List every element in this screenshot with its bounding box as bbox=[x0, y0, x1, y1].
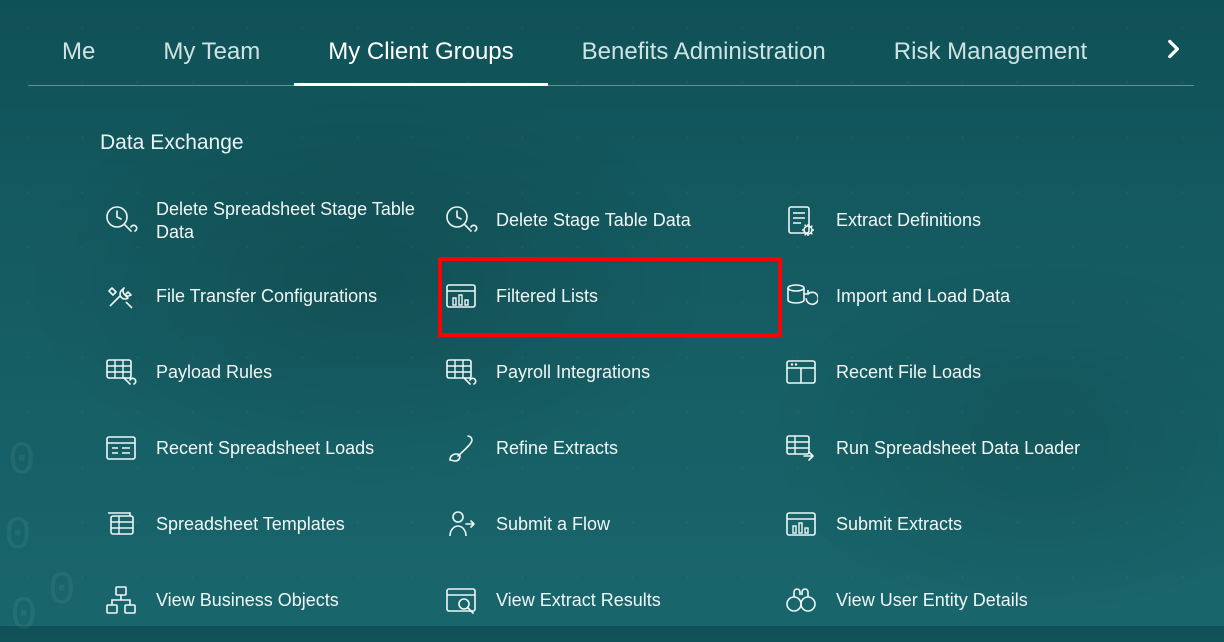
tile-label: Filtered Lists bbox=[496, 285, 598, 308]
tile-payroll-integrations[interactable]: Payroll Integrations bbox=[440, 335, 780, 411]
tab-me[interactable]: Me bbox=[28, 22, 129, 90]
window-grid-icon bbox=[104, 432, 138, 466]
tile-label: Recent Spreadsheet Loads bbox=[156, 437, 374, 460]
tile-label: View Extract Results bbox=[496, 589, 661, 612]
grid-wrench-icon bbox=[104, 356, 138, 390]
tile-payload-rules[interactable]: Payload Rules bbox=[100, 335, 440, 411]
tile-grid: Delete Spreadsheet Stage Table Data Delet… bbox=[0, 155, 1224, 639]
tile-filtered-lists[interactable]: Filtered Lists bbox=[440, 259, 780, 335]
tile-label: View Business Objects bbox=[156, 589, 339, 612]
tile-label: Extract Definitions bbox=[836, 209, 981, 232]
window-chart-icon bbox=[784, 508, 818, 542]
tab-my-team[interactable]: My Team bbox=[129, 22, 294, 90]
clock-wrench-icon bbox=[444, 204, 478, 238]
tile-label: File Transfer Configurations bbox=[156, 285, 377, 308]
tile-label: Run Spreadsheet Data Loader bbox=[836, 437, 1080, 460]
tile-label: Submit Extracts bbox=[836, 513, 962, 536]
tile-label: Submit a Flow bbox=[496, 513, 610, 536]
tile-label: Import and Load Data bbox=[836, 285, 1010, 308]
tile-label: Recent File Loads bbox=[836, 361, 981, 384]
hierarchy-icon bbox=[104, 584, 138, 618]
tile-label: View User Entity Details bbox=[836, 589, 1028, 612]
binoculars-icon bbox=[784, 584, 818, 618]
tile-recent-file-loads[interactable]: Recent File Loads bbox=[780, 335, 1120, 411]
tile-spreadsheet-templates[interactable]: Spreadsheet Templates bbox=[100, 487, 440, 563]
tile-import-and-load-data[interactable]: Import and Load Data bbox=[780, 259, 1120, 335]
tools-icon bbox=[104, 280, 138, 314]
person-arrow-icon bbox=[444, 508, 478, 542]
tabs-next-icon[interactable] bbox=[1150, 20, 1196, 91]
tile-delete-stage-table-data[interactable]: Delete Stage Table Data bbox=[440, 183, 780, 259]
tile-extract-definitions[interactable]: Extract Definitions bbox=[780, 183, 1120, 259]
tab-risk-management[interactable]: Risk Management bbox=[860, 22, 1121, 90]
tile-view-user-entity-details[interactable]: View User Entity Details bbox=[780, 563, 1120, 639]
tile-label: Payroll Integrations bbox=[496, 361, 650, 384]
tab-benefits-administration[interactable]: Benefits Administration bbox=[548, 22, 860, 90]
tile-refine-extracts[interactable]: Refine Extracts bbox=[440, 411, 780, 487]
db-refresh-icon bbox=[784, 280, 818, 314]
tile-run-spreadsheet-data-loader[interactable]: Run Spreadsheet Data Loader bbox=[780, 411, 1120, 487]
tile-label: Delete Spreadsheet Stage Table Data bbox=[156, 198, 416, 245]
section-title: Data Exchange bbox=[0, 91, 1224, 155]
tile-delete-spreadsheet-stage-table-data[interactable]: Delete Spreadsheet Stage Table Data bbox=[100, 183, 440, 259]
tile-label: Refine Extracts bbox=[496, 437, 618, 460]
window-chart-icon bbox=[444, 280, 478, 314]
tile-label: Spreadsheet Templates bbox=[156, 513, 345, 536]
tile-file-transfer-configurations[interactable]: File Transfer Configurations bbox=[100, 259, 440, 335]
grid-wrench-icon bbox=[444, 356, 478, 390]
tile-view-business-objects[interactable]: View Business Objects bbox=[100, 563, 440, 639]
tile-label: Delete Stage Table Data bbox=[496, 209, 691, 232]
tile-recent-spreadsheet-loads[interactable]: Recent Spreadsheet Loads bbox=[100, 411, 440, 487]
top-tab-bar: Me My Team My Client Groups Benefits Adm… bbox=[0, 0, 1224, 91]
tile-submit-a-flow[interactable]: Submit a Flow bbox=[440, 487, 780, 563]
window-search-icon bbox=[444, 584, 478, 618]
stack-grid-icon bbox=[104, 508, 138, 542]
tile-submit-extracts[interactable]: Submit Extracts bbox=[780, 487, 1120, 563]
tile-label: Payload Rules bbox=[156, 361, 272, 384]
window-panes-icon bbox=[784, 356, 818, 390]
tab-my-client-groups[interactable]: My Client Groups bbox=[294, 22, 547, 90]
clock-wrench-icon bbox=[104, 204, 138, 238]
brush-icon bbox=[444, 432, 478, 466]
doc-gear-icon bbox=[784, 204, 818, 238]
tile-view-extract-results[interactable]: View Extract Results bbox=[440, 563, 780, 639]
tab-underline bbox=[28, 85, 1194, 86]
sheet-arrow-icon bbox=[784, 432, 818, 466]
